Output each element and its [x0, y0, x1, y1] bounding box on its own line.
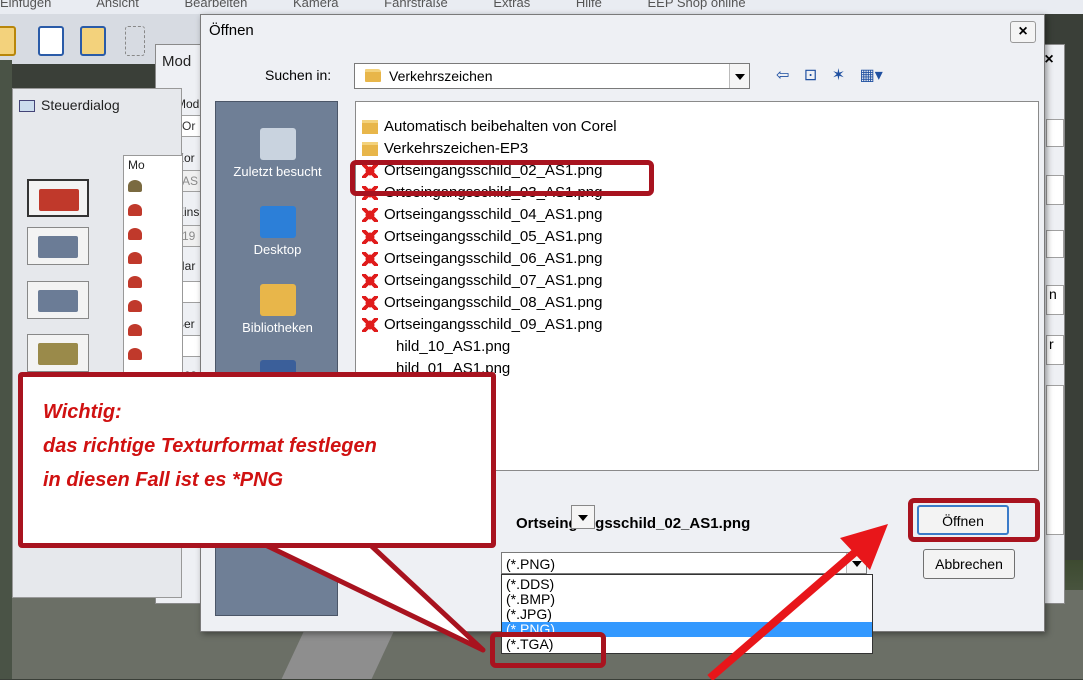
annotation-line: Wichtig:	[43, 401, 122, 423]
desktop-icon	[259, 206, 296, 238]
sign-icon	[128, 252, 142, 264]
place-label: Bibliotheken	[242, 320, 313, 335]
right-panel	[1046, 385, 1064, 535]
folder-icon	[362, 142, 378, 157]
open-folder-icon[interactable]	[0, 26, 16, 56]
menu-item[interactable]: Fahrstraße	[384, 0, 448, 10]
menu-item[interactable]: EEP Shop online	[647, 0, 745, 10]
right-button[interactable]: n	[1046, 285, 1064, 315]
sign-icon	[128, 300, 142, 312]
list-item-file[interactable]: Ortseingangsschild_06_AS1.png	[362, 248, 602, 270]
save-icon[interactable]	[38, 26, 64, 56]
sign-icon	[128, 204, 142, 216]
menu-item[interactable]: Bearbeiten	[185, 0, 248, 10]
train-icon	[38, 236, 78, 258]
list-item-file[interactable]: Ortseingangsschild_05_AS1.png	[362, 226, 602, 248]
right-field[interactable]	[1046, 119, 1064, 147]
signal-icon	[39, 189, 79, 211]
mode-button-signals[interactable]	[27, 179, 89, 217]
sign-icon	[128, 348, 142, 360]
file-name: Ortseingangsschild_09_AS1.png	[384, 316, 603, 333]
image-file-icon	[362, 230, 378, 245]
cancel-button[interactable]: Abbrechen	[923, 549, 1015, 579]
right-dropdown[interactable]	[1046, 175, 1064, 205]
mode-button-trains[interactable]	[27, 227, 89, 265]
camera-icon	[38, 290, 78, 312]
menu-item[interactable]: Extras	[493, 0, 530, 10]
file-name: Ortseingangsschild_04_AS1.png	[384, 206, 603, 223]
image-file-icon	[362, 296, 378, 311]
file-name: Ortseingangsschild_06_AS1.png	[384, 250, 603, 267]
image-file-icon	[362, 274, 378, 289]
right-button[interactable]: r	[1046, 335, 1064, 365]
app-menubar: Einfügen Ansicht Bearbeiten Kamera Fahrs…	[0, 0, 1083, 14]
libraries-icon	[259, 284, 296, 316]
image-file-icon	[362, 208, 378, 223]
file-name: hild_10_AS1.png	[396, 338, 511, 355]
select-icon[interactable]	[125, 26, 145, 56]
nav-toolbar: ⇦ ⊡ ✶ ▦▾	[776, 65, 893, 87]
highlight-open-button	[908, 498, 1040, 542]
mode-button-landscape[interactable]	[27, 334, 89, 372]
sign-icon	[128, 276, 142, 288]
list-item-file[interactable]: Ortseingangsschild_07_AS1.png	[362, 270, 602, 292]
annotation-callout: Wichtig: das richtige Texturformat festl…	[18, 372, 496, 548]
look-in-label: Suchen in:	[265, 67, 332, 83]
highlight-selected-file	[350, 160, 654, 196]
dialog-title: Öffnen	[209, 22, 254, 39]
track-icon	[128, 180, 142, 192]
landscape-icon	[38, 343, 78, 365]
annotation-line: das richtige Texturformat festlegen	[43, 435, 377, 457]
control-panel-title: Steuerdialog	[19, 97, 169, 119]
place-recent[interactable]: Zuletzt besucht	[216, 128, 339, 179]
list-item-folder[interactable]: Automatisch beibehalten von Corel	[362, 116, 617, 138]
window-icon	[19, 100, 35, 113]
annotation-line: in diesen Fall ist es *PNG	[43, 469, 284, 491]
right-field[interactable]	[1046, 230, 1064, 258]
folder-icon	[362, 120, 378, 135]
place-label: Desktop	[253, 242, 302, 257]
new-folder-icon[interactable]: ✶	[832, 65, 845, 85]
scene-edge	[0, 60, 12, 679]
close-button[interactable]: ×	[1010, 21, 1036, 43]
recent-icon	[259, 128, 296, 160]
look-in-dropdown[interactable]: Verkehrszeichen	[354, 63, 750, 89]
menu-item[interactable]: Kamera	[293, 0, 339, 10]
sign-icon	[128, 228, 142, 240]
place-libraries[interactable]: Bibliotheken	[216, 284, 339, 335]
menu-item[interactable]: Hilfe	[576, 0, 602, 10]
list-item-file[interactable]: Ortseingangsschild_08_AS1.png	[362, 292, 602, 314]
file-name: Verkehrszeichen-EP3	[384, 140, 529, 157]
folder-icon	[365, 69, 381, 82]
module-window-title: Mod	[162, 53, 192, 70]
file-name: Ortseingangsschild_08_AS1.png	[384, 294, 603, 311]
file-name: Automatisch beibehalten von Corel	[384, 118, 617, 135]
list-item-file[interactable]: hild_10_AS1.png	[396, 336, 510, 358]
place-desktop[interactable]: Desktop	[216, 206, 339, 257]
place-label: Zuletzt besucht	[233, 164, 322, 179]
look-in-value: Verkehrszeichen	[389, 68, 493, 84]
list-header: Mo	[128, 158, 145, 172]
image-file-icon	[362, 252, 378, 267]
image-file-icon	[362, 318, 378, 333]
annotation-text: Wichtig: das richtige Texturformat festl…	[43, 395, 377, 497]
list-item-file[interactable]: Ortseingangsschild_04_AS1.png	[362, 204, 602, 226]
file-name: Ortseingangsschild_05_AS1.png	[384, 228, 603, 245]
menu-item[interactable]: Ansicht	[96, 0, 139, 10]
chevron-down-icon[interactable]	[729, 64, 749, 88]
control-panel-title-text: Steuerdialog	[41, 97, 120, 113]
chevron-down-icon[interactable]	[571, 505, 595, 529]
view-menu-icon[interactable]: ▦▾	[860, 65, 883, 85]
list-item-folder[interactable]: Verkehrszeichen-EP3	[362, 138, 528, 160]
callout-tail	[252, 540, 486, 653]
up-folder-icon[interactable]: ⊡	[804, 65, 817, 85]
menu-item[interactable]: Einfügen	[0, 0, 51, 10]
mode-button-camera[interactable]	[27, 281, 89, 319]
save-as-icon[interactable]	[80, 26, 106, 56]
back-icon[interactable]: ⇦	[776, 65, 789, 85]
arrow-icon	[707, 524, 888, 680]
sign-icon	[128, 324, 142, 336]
list-item-file[interactable]: Ortseingangsschild_09_AS1.png	[362, 314, 602, 336]
file-name: Ortseingangsschild_07_AS1.png	[384, 272, 603, 289]
